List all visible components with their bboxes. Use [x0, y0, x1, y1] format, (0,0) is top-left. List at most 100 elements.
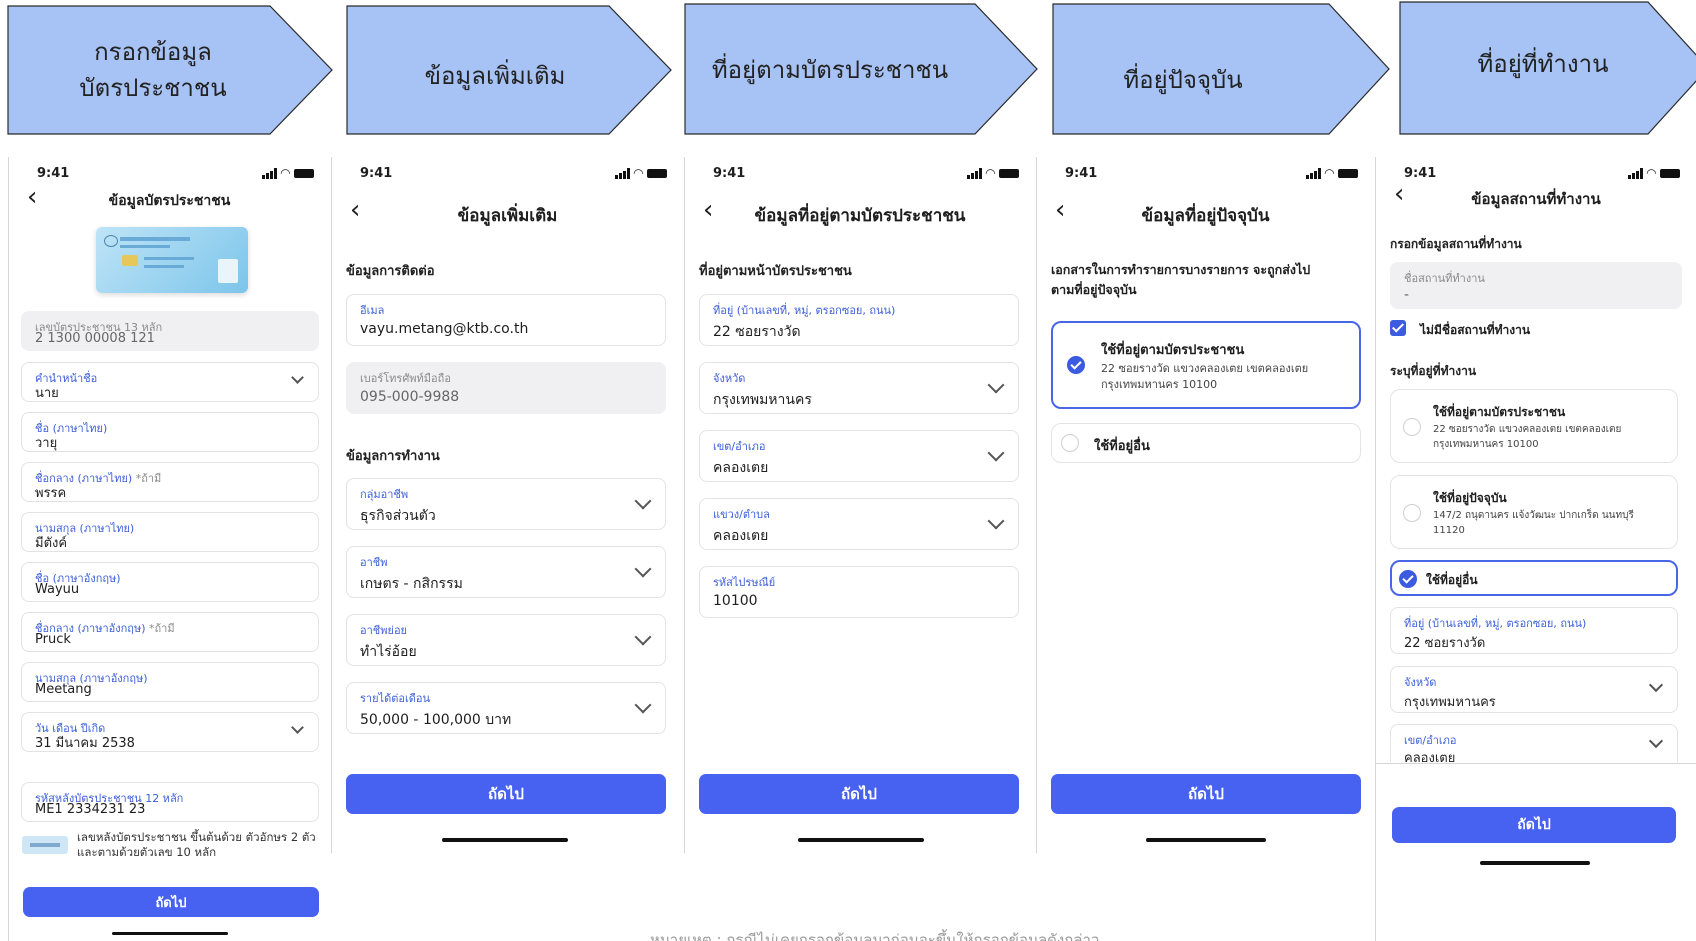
status-icons: ◠ [1305, 166, 1358, 180]
home-indicator [112, 932, 228, 935]
workplace-section-title: กรอกข้อมูลสถานที่ทำงาน [1390, 237, 1522, 251]
signal-icon [261, 167, 277, 179]
next-button[interactable]: ถัดไป [699, 774, 1019, 814]
field-label: ที่อยู่ (บ้านเลขที่, หมู่, ตรอกซอย, ถนน) [713, 304, 896, 317]
field-value: นาย [35, 386, 59, 401]
last-name-th-field[interactable]: นามสกุล (ภาษาไทย) มีตังค์ [21, 512, 319, 552]
field-value: 095-000-9988 [360, 389, 460, 405]
status-icons: ◠ [1627, 166, 1680, 180]
chevron-down-icon [634, 492, 652, 510]
status-icons: ◠ [614, 166, 667, 180]
radio-unchecked-icon [1061, 434, 1079, 452]
workplace-name-field: ชื่อสถานที่ทำงาน - [1390, 262, 1682, 309]
field-label: เขต/อำเภอ [713, 440, 766, 453]
next-button[interactable]: ถัดไป [1392, 807, 1676, 843]
birth-date-select[interactable]: วัน เดือน ปีเกิด 31 มีนาคม 2538 [21, 712, 319, 752]
option-title: ใช้ที่อยู่ตามบัตรประชาชน [1433, 405, 1566, 419]
last-name-en-field[interactable]: นามสกุล (ภาษาอังกฤษ) Meetang [21, 662, 319, 702]
step-2-arrow: ข้อมูลเพิ่มเติม [346, 5, 673, 135]
first-name-th-field[interactable]: ชื่อ (ภาษาไทย) วายุ [21, 412, 319, 452]
work-province-select[interactable]: จังหวัด กรุงเทพมหานคร [1390, 666, 1678, 713]
field-label: อาชีพ [360, 556, 388, 569]
status-icons: ◠ [966, 166, 1019, 180]
battery-icon [294, 168, 314, 178]
no-workplace-label: ไม่มีชื่อสถานที่ทำงาน [1420, 323, 1531, 337]
field-label: เบอร์โทรศัพท์มือถือ [360, 372, 451, 385]
monthly-income-select[interactable]: รายได้ต่อเดือน 50,000 - 100,000 บาท [346, 682, 666, 734]
field-value: เกษตร - กสิกรรม [360, 576, 463, 592]
home-indicator [442, 838, 568, 842]
screen-title: ข้อมูลที่อยู่ตามบัตรประชาชน [754, 206, 966, 226]
address-line-field[interactable]: ที่อยู่ (บ้านเลขที่, หมู่, ตรอกซอย, ถนน)… [699, 294, 1019, 346]
middle-name-th-field[interactable]: ชื่อกลาง (ภาษาไทย) *ถ้ามี พรรค [21, 462, 319, 502]
option-title: ใช้ที่อยู่ปัจจุบัน [1433, 491, 1507, 505]
status-bar: 9:41 ◠ [9, 163, 330, 183]
province-select[interactable]: จังหวัด กรุงเทพมหานคร [699, 362, 1019, 414]
option-use-other-address[interactable]: ใช้ที่อยู่อื่น [1051, 423, 1361, 463]
screen-workplace: 9:41 ◠ ‹ ข้อมูลสถานที่ทำงาน กรอกข้อมูลสถ… [1375, 157, 1696, 941]
signal-icon [966, 167, 982, 179]
home-indicator [798, 838, 924, 842]
postal-code-field[interactable]: รหัสไปรษณีย์ 10100 [699, 566, 1019, 618]
field-label: ที่อยู่ (บ้านเลขที่, หมู่, ตรอกซอย, ถนน) [1404, 617, 1587, 630]
work-address-line-field[interactable]: ที่อยู่ (บ้านเลขที่, หมู่, ตรอกซอย, ถนน)… [1390, 607, 1678, 654]
subdistrict-select[interactable]: แขวง/ตำบล คลองเตย [699, 498, 1019, 550]
bottom-sheet-divider [1376, 763, 1696, 773]
status-bar: 9:41 ◠ [685, 163, 1035, 183]
battery-icon [1338, 168, 1358, 178]
wifi-icon: ◠ [280, 166, 290, 180]
field-label: อาชีพย่อย [360, 624, 407, 637]
chevron-down-icon [987, 376, 1005, 394]
chevron-down-icon [987, 444, 1005, 462]
signal-icon [614, 167, 630, 179]
step-3-label: ที่อยู่ตามบัตรประชาชน [711, 56, 949, 84]
sub-occupation-select[interactable]: อาชีพย่อย ทำไร่อ้อย [346, 614, 666, 666]
status-time: 9:41 [1404, 166, 1437, 181]
chevron-down-icon [634, 560, 652, 578]
field-value: ME1 2334231 23 [35, 802, 146, 817]
middle-name-en-field[interactable]: ชื่อกลาง (ภาษาอังกฤษ) *ถ้ามี Pruck [21, 612, 319, 652]
step-1-arrow: กรอกข้อมูล บัตรประชาชน [7, 5, 334, 135]
step-4-label: ที่อยู่ปัจจุบัน [1123, 66, 1243, 94]
field-value: ทำไร่อ้อย [360, 644, 417, 660]
screen-id-address: 9:41 ◠ ‹ ข้อมูลที่อยู่ตามบัตรประชาชน ที่… [684, 157, 1035, 853]
field-value: - [1404, 287, 1410, 303]
field-value: Wayuu [35, 582, 80, 597]
field-value: 22 ซอยรางวัด [713, 324, 801, 340]
option-use-id-address[interactable]: ใช้ที่อยู่ตามบัตรประชาชน 22 ซอยรางวัด แข… [1390, 389, 1678, 463]
field-value: กรุงเทพมหานคร [713, 392, 812, 408]
chevron-down-icon [634, 696, 652, 714]
option-use-id-address[interactable]: ใช้ที่อยู่ตามบัตรประชาชน 22 ซอยรางวัด แข… [1051, 321, 1361, 409]
first-name-en-field[interactable]: ชื่อ (ภาษาอังกฤษ) Wayuu [21, 562, 319, 602]
screen-title: ข้อมูลบัตรประชาชน [108, 193, 231, 209]
checkbox-checked-icon[interactable] [1390, 320, 1406, 336]
id-card-image [96, 227, 248, 293]
wifi-icon: ◠ [633, 166, 643, 180]
screen-title: ข้อมูลที่อยู่ปัจจุบัน [1141, 206, 1270, 226]
work-district-select[interactable]: เขต/อำเภอ คลองเตย [1390, 724, 1678, 766]
work-address-section-title: ระบุที่อยู่ที่ทำงาน [1390, 364, 1477, 378]
district-select[interactable]: เขต/อำเภอ คลองเตย [699, 430, 1019, 482]
battery-icon [647, 168, 667, 178]
id-address-section-title: ที่อยู่ตามหน้าบัตรประชาชน [699, 264, 852, 279]
occupation-select[interactable]: อาชีพ เกษตร - กสิกรรม [346, 546, 666, 598]
next-button[interactable]: ถัดไป [23, 887, 319, 917]
email-field[interactable]: อีเมล vayu.metang@ktb.co.th [346, 294, 666, 346]
occupation-group-select[interactable]: กลุ่มอาชีพ ธุรกิจส่วนตัว [346, 478, 666, 530]
field-value: วายุ [35, 436, 58, 451]
next-button[interactable]: ถัดไป [1051, 774, 1361, 814]
step-5-arrow: ที่อยู่ที่ทำงาน [1399, 1, 1696, 135]
option-use-current-address[interactable]: ใช้ที่อยู่ปัจจุบัน 147/2 ถนุดานคร แจ้งวั… [1390, 475, 1678, 549]
step-1-label: กรอกข้อมูล บัตรประชาชน [79, 38, 227, 102]
option-use-other-address[interactable]: ใช้ที่อยู่อื่น [1390, 560, 1678, 596]
option-title: ใช้ที่อยู่อื่น [1426, 573, 1478, 587]
field-label: จังหวัด [1404, 676, 1437, 689]
next-button[interactable]: ถัดไป [346, 774, 666, 814]
laser-code-field[interactable]: รหัสหลังบัตรประชาชน 12 หลัก ME1 2334231 … [21, 782, 319, 822]
chevron-down-icon [1648, 677, 1664, 693]
wifi-icon: ◠ [985, 166, 995, 180]
radio-checked-icon [1067, 356, 1085, 374]
title-prefix-select[interactable]: คำนำหน้าชื่อ นาย [21, 362, 319, 402]
chevron-down-icon [291, 371, 304, 384]
field-label: กลุ่มอาชีพ [360, 488, 409, 501]
